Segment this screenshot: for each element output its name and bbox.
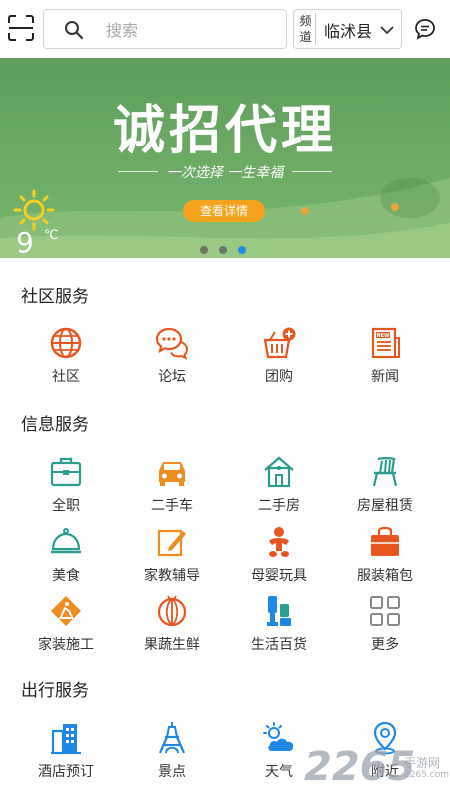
food-cloche-icon: [51, 528, 81, 554]
temperature-value: 9: [16, 226, 34, 258]
newspaper-icon: NEW: [371, 327, 400, 359]
service-baby-toys[interactable]: 母婴玩具: [223, 525, 335, 595]
house-icon: [264, 456, 294, 488]
baby-icon: [269, 527, 289, 557]
melon-icon: [157, 595, 187, 627]
service-label: 景点: [158, 764, 186, 780]
channel-selector[interactable]: 频道 临沭县: [293, 9, 402, 49]
construction-sign-icon: [51, 596, 81, 626]
service-label: 更多: [371, 637, 399, 653]
household-goods-icon: [267, 596, 291, 626]
service-used-house[interactable]: 二手房: [223, 455, 335, 525]
service-label: 团购: [265, 369, 293, 385]
svg-text:NEW: NEW: [376, 333, 390, 339]
watermark-number: 2265: [304, 744, 416, 790]
promo-banner[interactable]: 诚招代理 一次选择 一生幸福 查看详情 9 ℃: [0, 58, 450, 258]
search-bar[interactable]: [43, 9, 287, 49]
message-icon[interactable]: [413, 17, 437, 41]
car-icon: [159, 462, 185, 486]
service-more[interactable]: 更多: [329, 594, 441, 664]
service-attractions[interactable]: 景点: [116, 721, 228, 791]
weather-cloud-icon: [263, 722, 294, 751]
channel-value: 临沭县: [324, 22, 373, 41]
section-title-travel: 出行服务: [21, 681, 89, 701]
service-group-buy[interactable]: 团购: [223, 326, 335, 396]
tower-icon: [158, 722, 186, 754]
top-bar: 频道 临沭县: [0, 0, 450, 58]
service-food[interactable]: 美食: [10, 525, 122, 595]
bag-icon: [371, 526, 399, 556]
service-household-goods[interactable]: 生活百货: [223, 594, 335, 664]
banner-title: 诚招代理: [112, 101, 337, 161]
service-label: 生活百货: [251, 637, 307, 653]
service-label: 母婴玩具: [251, 568, 307, 584]
watermark-subtext: 2265.com: [404, 770, 449, 780]
service-tutoring[interactable]: 家教辅导: [116, 525, 228, 595]
service-label: 房屋租赁: [357, 498, 413, 514]
carousel-indicator: [200, 239, 257, 254]
view-details-button[interactable]: 查看详情: [183, 200, 265, 222]
service-label: 服装箱包: [357, 568, 413, 584]
globe-icon: [50, 327, 82, 359]
pencil-edit-icon: [157, 529, 186, 557]
service-community[interactable]: 社区: [10, 326, 122, 396]
site-watermark: 2265 手游网 2265.com: [304, 740, 450, 800]
service-label: 新闻: [371, 369, 399, 385]
service-label: 美食: [52, 568, 80, 584]
service-label: 论坛: [158, 369, 186, 385]
service-hotel-booking[interactable]: 酒店预订: [10, 721, 122, 791]
temperature-unit: ℃: [44, 228, 59, 243]
service-house-rental[interactable]: 房屋租赁: [329, 455, 441, 525]
slogan-divider-right: [292, 171, 332, 172]
watermark-text: 手游网: [404, 756, 441, 770]
search-icon: [65, 21, 84, 40]
chat-bubbles-icon: [155, 327, 189, 360]
carousel-dot-active[interactable]: [238, 246, 246, 254]
service-label: 社区: [52, 369, 80, 385]
service-label: 酒店预订: [38, 764, 94, 780]
chair-icon: [372, 457, 398, 487]
service-label: 二手车: [151, 498, 193, 514]
scan-icon[interactable]: [6, 13, 36, 43]
service-news[interactable]: NEW 新闻: [329, 326, 441, 396]
hotel-building-icon: [51, 724, 81, 755]
grid-more-icon: [370, 596, 400, 626]
shopping-basket-icon: [263, 327, 296, 359]
service-used-car[interactable]: 二手车: [116, 455, 228, 525]
service-label: 二手房: [258, 498, 300, 514]
section-title-community: 社区服务: [21, 287, 89, 307]
service-label: 全职: [52, 498, 80, 514]
service-home-construction[interactable]: 家装施工: [10, 594, 122, 664]
service-label: 家教辅导: [144, 568, 200, 584]
carousel-dot[interactable]: [200, 246, 208, 254]
search-input[interactable]: [106, 16, 276, 44]
service-full-time[interactable]: 全职: [10, 455, 122, 525]
banner-slogan: 一次选择 一生幸福: [166, 165, 284, 181]
channel-tag: 频道: [298, 13, 316, 45]
briefcase-icon: [50, 457, 82, 487]
service-label: 果蔬生鲜: [144, 637, 200, 653]
service-fresh-produce[interactable]: 果蔬生鲜: [116, 594, 228, 664]
service-forum[interactable]: 论坛: [116, 326, 228, 396]
service-clothing-bags[interactable]: 服装箱包: [329, 525, 441, 595]
carousel-dot[interactable]: [219, 246, 227, 254]
service-label: 家装施工: [38, 637, 94, 653]
section-title-info: 信息服务: [21, 415, 89, 435]
chevron-down-icon: [380, 26, 394, 35]
